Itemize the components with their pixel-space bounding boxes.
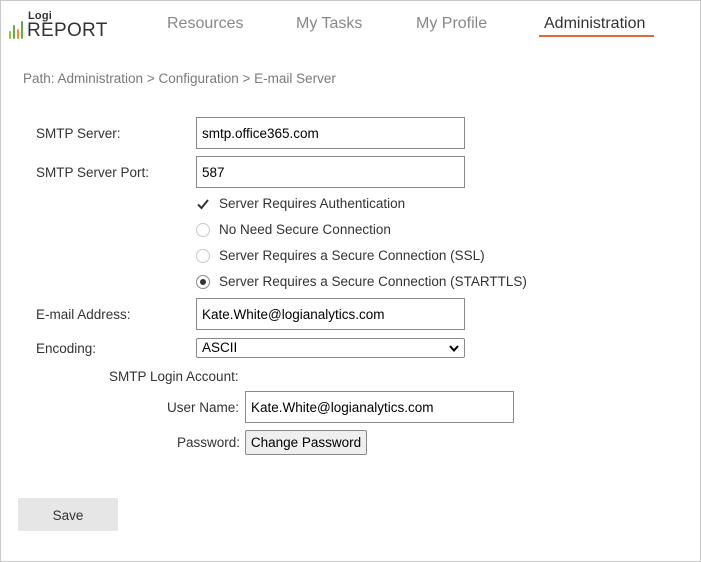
radio-unchecked-icon[interactable] [196, 249, 210, 263]
no-secure-connection-label: No Need Secure Connection [219, 222, 391, 237]
user-name-label: User Name: [167, 400, 240, 415]
active-tab-underline [539, 35, 654, 37]
breadcrumb: Path: Administration > Configuration > E… [23, 71, 336, 86]
ssl-connection-label: Server Requires a Secure Connection (SSL… [219, 248, 485, 263]
change-password-button[interactable]: Change Password [245, 430, 367, 455]
chevron-down-icon [449, 345, 459, 353]
encoding-select[interactable]: ASCII [196, 338, 465, 358]
radio-unchecked-icon[interactable] [196, 223, 210, 237]
smtp-port-label: SMTP Server Port: [36, 165, 150, 180]
save-button[interactable]: Save [18, 498, 118, 531]
password-label: Password: [177, 435, 241, 450]
smtp-server-label: SMTP Server: [36, 126, 121, 141]
nav-my-tasks[interactable]: My Tasks [296, 15, 362, 33]
logo-bars-icon [9, 17, 23, 39]
smtp-login-account-label: SMTP Login Account: [109, 369, 239, 384]
checkbox-checked-icon[interactable] [196, 197, 210, 211]
starttls-connection-label: Server Requires a Secure Connection (STA… [219, 274, 527, 289]
radio-checked-icon[interactable] [196, 275, 210, 289]
auth-required-label: Server Requires Authentication [219, 196, 406, 211]
encoding-selected-value: ASCII [202, 340, 238, 355]
email-address-input[interactable] [196, 298, 465, 330]
email-address-label: E-mail Address: [36, 307, 131, 322]
nav-resources[interactable]: Resources [167, 15, 243, 33]
nav-my-profile[interactable]: My Profile [416, 15, 487, 33]
user-name-input[interactable] [245, 391, 514, 423]
logi-report-logo: Logi REPORT [9, 10, 109, 41]
page-frame: Logi REPORT Resources My Tasks My Profil… [0, 0, 701, 562]
encoding-label: Encoding: [36, 341, 97, 356]
smtp-port-input[interactable] [196, 156, 465, 188]
logo-text-big: REPORT [27, 20, 108, 41]
smtp-server-input[interactable] [196, 117, 465, 149]
nav-administration[interactable]: Administration [544, 15, 645, 33]
